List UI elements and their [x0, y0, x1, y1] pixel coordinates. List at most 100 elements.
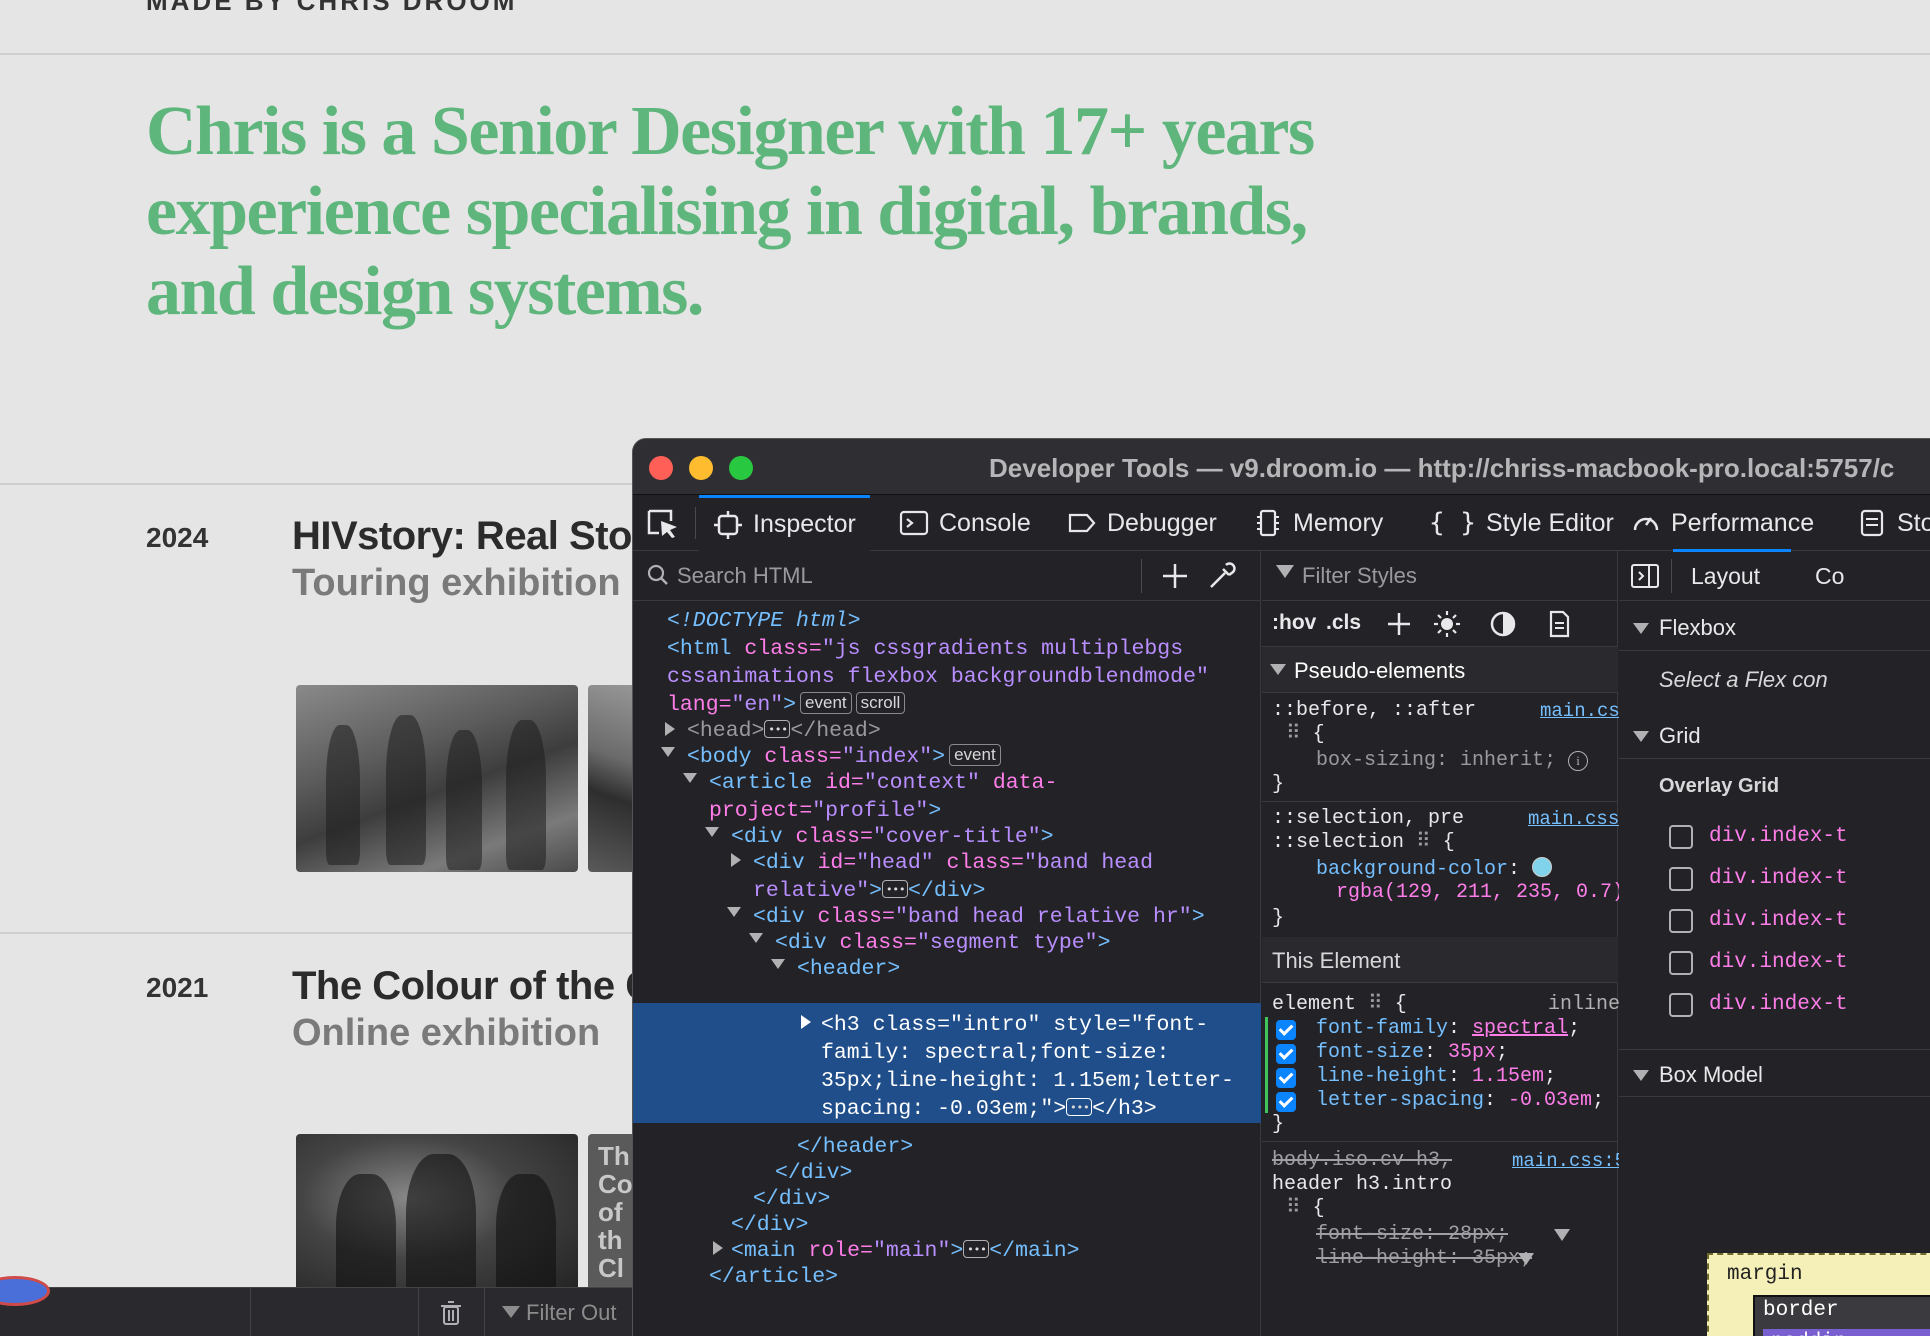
intro-line-1: Chris is a Senior Designer with 17+ year… — [146, 93, 1315, 170]
collapsed-ellipsis-icon[interactable] — [1066, 1094, 1093, 1122]
collapse-toggle-icon[interactable] — [771, 959, 785, 969]
element-picker-icon[interactable] — [645, 507, 681, 539]
doctype-node[interactable]: <!DOCTYPE html> — [667, 607, 861, 635]
project-thumbnail[interactable] — [296, 685, 578, 872]
tab-style-editor[interactable]: { } Style Editor — [1415, 495, 1628, 551]
grid-overlay-checkbox[interactable] — [1669, 825, 1693, 849]
main-node[interactable]: <main role="main"></main> — [731, 1236, 1080, 1265]
collapse-toggle-icon[interactable] — [749, 933, 763, 943]
tab-debugger[interactable]: Debugger — [1053, 495, 1231, 551]
filter-output-input[interactable]: Filter Out — [502, 1300, 616, 1326]
tab-layout[interactable]: Layout — [1672, 549, 1792, 590]
head-div-node[interactable]: <div id="head" class="band head — [753, 849, 1153, 877]
event-badge[interactable]: event — [800, 692, 852, 714]
grid-section-header[interactable]: Grid — [1619, 711, 1930, 759]
collapsed-ellipsis-icon[interactable] — [764, 716, 791, 744]
html-node[interactable]: <html class="js cssgradients multiplebgs — [667, 635, 1183, 663]
add-rule-icon[interactable] — [1384, 609, 1414, 639]
band-div-node[interactable]: <div class="band head relative hr"> — [753, 903, 1205, 931]
light-theme-icon[interactable] — [1432, 609, 1462, 639]
console-icon — [899, 510, 929, 536]
rule-declaration[interactable]: line-height: 1.15em; — [1316, 1065, 1556, 1089]
minimize-window-button[interactable] — [689, 456, 713, 480]
body-node[interactable]: <body class="index"> event — [687, 743, 1001, 771]
div-close-node[interactable]: </div> — [753, 1185, 830, 1213]
collapse-toggle-icon[interactable] — [705, 827, 719, 837]
rule-declaration[interactable]: box-sizing: inherit; i — [1316, 749, 1589, 773]
print-media-icon[interactable] — [1544, 609, 1574, 639]
trash-icon[interactable] — [438, 1300, 464, 1326]
declaration-checkbox[interactable] — [1276, 1044, 1296, 1064]
declaration-checkbox[interactable] — [1276, 1068, 1296, 1088]
segment-div-node[interactable]: <div class="segment type"> — [775, 929, 1110, 957]
div-close-node[interactable]: </div> — [775, 1159, 852, 1187]
rule-declaration[interactable]: letter-spacing: -0.03em; — [1316, 1089, 1604, 1113]
grid-overlay-checkbox[interactable] — [1669, 867, 1693, 891]
expand-toggle-icon[interactable] — [713, 1241, 723, 1255]
collapse-toggle-icon — [1270, 664, 1286, 675]
zoom-window-button[interactable] — [729, 456, 753, 480]
pseudo-elements-header[interactable]: Pseudo-elements — [1262, 647, 1618, 693]
expand-toggle-icon[interactable] — [665, 722, 675, 736]
grid-overlay-item[interactable]: div.index-t — [1709, 951, 1848, 974]
cls-toggle[interactable]: .cls — [1326, 611, 1361, 635]
scroll-badge[interactable]: scroll — [855, 692, 906, 714]
rule-declaration[interactable]: font-family: spectral; — [1316, 1017, 1580, 1041]
article-close-node[interactable]: </article> — [709, 1263, 838, 1291]
collapsed-ellipsis-icon[interactable] — [963, 1236, 990, 1264]
hov-toggle[interactable]: :hov — [1272, 611, 1316, 635]
header-node[interactable]: <header> — [797, 955, 900, 983]
grid-overlay-item[interactable]: div.index-t — [1709, 825, 1848, 848]
info-icon[interactable]: i — [1568, 751, 1589, 771]
tab-storage[interactable]: Sto — [1843, 495, 1930, 551]
filter-styles-input[interactable] — [1302, 559, 1602, 593]
head-node[interactable]: <head></head> — [687, 716, 881, 745]
markup-view: <!DOCTYPE html> <html class="js cssgradi… — [633, 551, 1261, 1336]
rule-declaration[interactable]: font-size: 35px; — [1316, 1041, 1508, 1065]
inline-source: inline — [1548, 993, 1621, 1016]
dark-theme-icon[interactable] — [1488, 609, 1518, 639]
tab-console[interactable]: Console — [885, 495, 1045, 551]
toggle-pane-icon[interactable] — [1631, 564, 1659, 588]
tab-computed[interactable]: Co — [1815, 563, 1844, 590]
grid-overlay-item[interactable]: div.index-t — [1709, 993, 1848, 1016]
collapse-toggle-icon[interactable] — [727, 907, 741, 917]
event-badge[interactable]: event — [949, 744, 1001, 766]
h3-intro-node[interactable]: <h3 class="intro" style="font- — [821, 1011, 1208, 1039]
grid-overlay-checkbox[interactable] — [1669, 951, 1693, 975]
declaration-checkbox[interactable] — [1276, 1092, 1296, 1112]
expand-toggle-icon[interactable] — [801, 1015, 811, 1029]
flexbox-section-header[interactable]: Flexbox — [1619, 603, 1930, 651]
project-title[interactable]: The Colour of the C — [292, 964, 654, 1009]
header-close-node[interactable]: </header> — [797, 1133, 913, 1161]
rule-value[interactable]: rgba(129, 211, 235, 0.7); — [1336, 881, 1636, 905]
grid-overlay-item[interactable]: div.index-t — [1709, 909, 1848, 932]
overridden-declaration[interactable]: line-height: 35px; — [1316, 1247, 1532, 1271]
grid-overlay-checkbox[interactable] — [1669, 993, 1693, 1017]
add-node-icon[interactable] — [1158, 559, 1192, 593]
div-close-node[interactable]: </div> — [731, 1211, 808, 1239]
tab-performance[interactable]: Performance — [1617, 495, 1828, 551]
grid-overlay-checkbox[interactable] — [1669, 909, 1693, 933]
close-window-button[interactable] — [649, 456, 673, 480]
cover-title-node[interactable]: <div class="cover-title"> — [731, 823, 1054, 851]
collapsed-ellipsis-icon[interactable] — [882, 876, 909, 904]
overridden-declaration[interactable]: font-size: 28px; — [1316, 1223, 1508, 1247]
search-html-input[interactable] — [677, 559, 1137, 593]
collapse-toggle-icon[interactable] — [683, 773, 697, 783]
box-model-section-header[interactable]: Box Model — [1619, 1049, 1930, 1097]
color-swatch[interactable] — [1532, 857, 1553, 877]
eyedropper-icon[interactable] — [1205, 559, 1239, 593]
article-node[interactable]: <article id="context" data- — [709, 769, 1057, 797]
rule-declaration[interactable]: background-color: — [1316, 857, 1553, 882]
grid-overlay-item[interactable]: div.index-t — [1709, 867, 1848, 890]
tab-memory[interactable]: Memory — [1239, 495, 1397, 551]
selected-node-row[interactable]: <h3 class="intro" style="font- family: s… — [633, 1003, 1261, 1123]
collapse-toggle-icon[interactable] — [661, 747, 675, 757]
expand-toggle-icon[interactable] — [731, 853, 741, 867]
flex-hint: Select a Flex con — [1659, 667, 1828, 692]
project-title[interactable]: HIVstory: Real Stor — [292, 514, 648, 559]
declaration-checkbox[interactable] — [1276, 1020, 1296, 1040]
tab-inspector[interactable]: Inspector — [699, 495, 870, 551]
project-thumbnail[interactable] — [296, 1134, 578, 1294]
